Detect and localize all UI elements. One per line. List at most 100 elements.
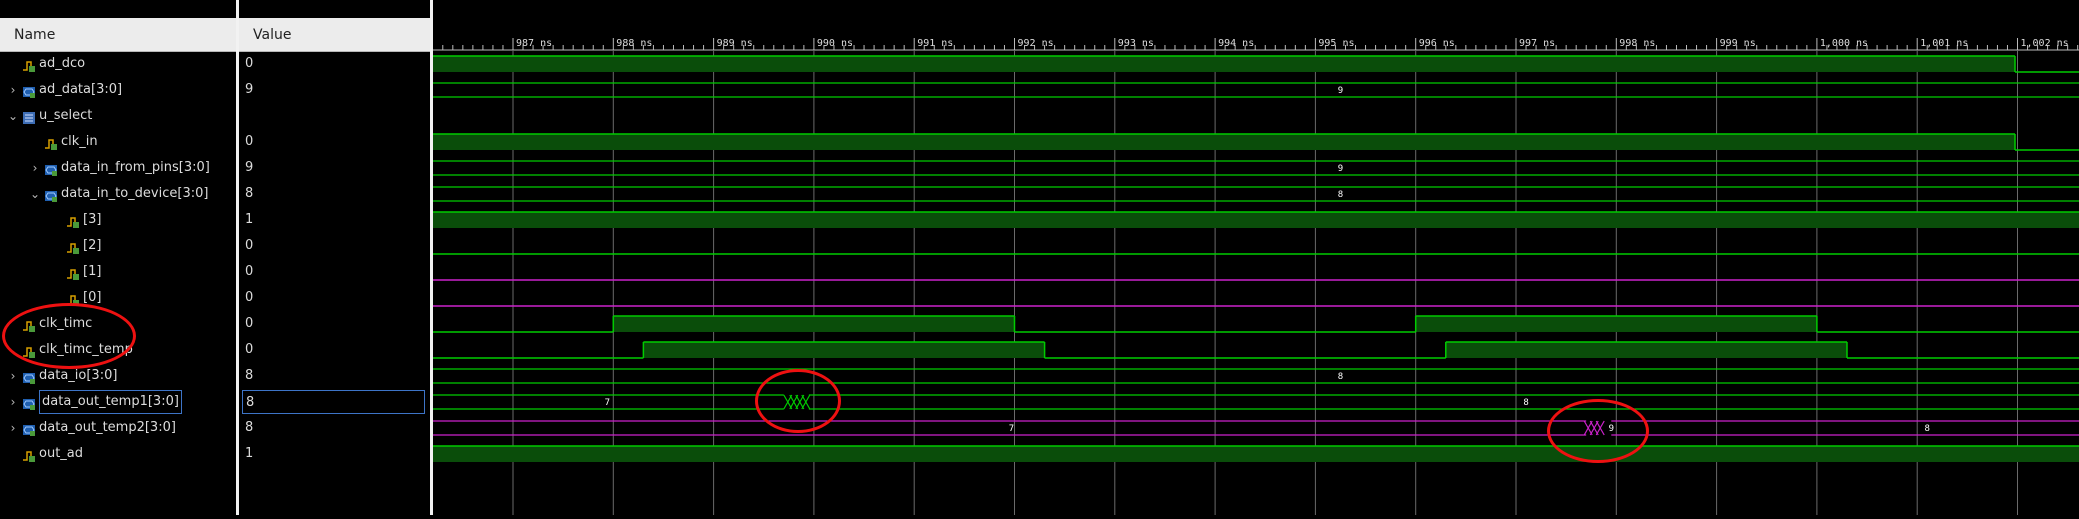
signal-name: u_select <box>39 108 93 123</box>
signal-value: 1 <box>245 212 254 227</box>
signal-value: 0 <box>245 134 254 149</box>
waveform-canvas[interactable]: 987 ns 988 ns 989 ns 990 ns 991 ns 992 ns 993 … <box>433 0 2079 515</box>
signal-name: ad_dco <box>39 56 86 71</box>
signal-name: out_ad <box>39 446 84 461</box>
time-tick-label: 998 ns <box>1619 38 1655 49</box>
signal-name: data_in_to_device[3:0] <box>61 186 209 201</box>
signal-row[interactable]: › ad_data[3:0] <box>0 77 236 103</box>
data-out-temp2-value-label: 8 <box>1925 424 1930 434</box>
signal-value: 0 <box>245 238 254 253</box>
signal-bit-icon <box>66 265 80 280</box>
signal-name: data_in_from_pins[3:0] <box>61 160 210 175</box>
name-column-header[interactable]: Name <box>0 18 236 52</box>
signal-row[interactable]: › data_out_temp2[3:0] <box>0 415 236 441</box>
expand-chevron-icon[interactable]: › <box>8 422 18 434</box>
time-tick-label: 990 ns <box>817 38 853 49</box>
clk-in-high-fill <box>433 134 2015 150</box>
signal-name: [1] <box>83 264 102 279</box>
signal-value: 8 <box>242 390 425 414</box>
signal-value: 1 <box>245 446 254 461</box>
collapse-chevron-icon[interactable]: ⌄ <box>8 110 18 122</box>
signal-bus-icon <box>22 395 36 410</box>
signal-name: [3] <box>83 212 102 227</box>
time-tick-label: 987 ns <box>516 38 552 49</box>
signal-value: 9 <box>245 82 254 97</box>
annotation-circle-clk-timc <box>2 303 136 369</box>
signal-bus-icon <box>22 369 36 384</box>
signal-value: 0 <box>245 56 254 71</box>
time-tick-label: 988 ns <box>616 38 652 49</box>
name-pane: Name ad_dco › ad_data[3:0] ⌄ u_select clk_in ›… <box>0 0 237 515</box>
ad-dco-high-fill <box>433 56 2015 72</box>
signal-bus-icon <box>44 187 58 202</box>
bit3-high-fill <box>433 212 2079 228</box>
time-tick-label: 996 ns <box>1419 38 1455 49</box>
signal-row[interactable]: ad_dco <box>0 51 236 77</box>
expand-chevron-icon[interactable]: › <box>8 84 18 96</box>
signal-name: [2] <box>83 238 102 253</box>
signal-row[interactable]: [1] <box>0 259 236 285</box>
signal-row[interactable]: out_ad <box>0 441 236 467</box>
signal-value: 8 <box>245 368 254 383</box>
time-tick-label: 989 ns <box>717 38 753 49</box>
signal-row[interactable]: ⌄ u_select <box>0 103 236 129</box>
annotation-circle-temp1-transition <box>755 369 841 433</box>
signal-row[interactable]: › data_out_temp1[3:0] <box>0 389 236 415</box>
signal-bit-icon <box>44 135 58 150</box>
waveform-area[interactable]: 987 ns 988 ns 989 ns 990 ns 991 ns 992 ns 993 … <box>433 0 2079 515</box>
signal-value: 0 <box>245 290 254 305</box>
signal-bit-icon <box>22 447 36 462</box>
data-io-value-label: 8 <box>1338 372 1343 382</box>
time-tick-label: 1,000 ns <box>1820 38 1868 49</box>
signal-name: clk_in <box>61 134 98 149</box>
signal-name: data_out_temp1[3:0] <box>39 390 182 414</box>
signal-row[interactable]: › data_in_from_pins[3:0] <box>0 155 236 181</box>
expand-chevron-icon[interactable]: › <box>30 162 40 174</box>
time-tick-label: 997 ns <box>1519 38 1555 49</box>
signal-name: data_out_temp2[3:0] <box>39 420 176 435</box>
signal-row[interactable]: [3] <box>0 207 236 233</box>
signal-value: 9 <box>245 160 254 175</box>
signal-value: 0 <box>245 316 254 331</box>
data-out-temp1-value-label: 8 <box>1523 398 1528 408</box>
scope-icon <box>22 109 36 124</box>
out-ad-high-fill <box>433 446 2079 462</box>
time-tick-label: 992 ns <box>1018 38 1054 49</box>
signal-bit-icon <box>66 239 80 254</box>
signal-row[interactable]: [2] <box>0 233 236 259</box>
time-tick-label: 994 ns <box>1218 38 1254 49</box>
signal-value: 8 <box>245 186 254 201</box>
signal-value: 0 <box>245 342 254 357</box>
signal-bus-icon <box>22 421 36 436</box>
signal-row[interactable]: › data_io[3:0] <box>0 363 236 389</box>
time-tick-label: 993 ns <box>1118 38 1154 49</box>
data-out-temp2-value-label: 7 <box>1009 424 1014 434</box>
time-tick-label: 991 ns <box>917 38 953 49</box>
data-in-from-pins-value-label: 9 <box>1338 164 1343 174</box>
clk-timc-high-fill <box>613 316 1015 332</box>
signal-bit-icon <box>66 213 80 228</box>
time-tick-label: 995 ns <box>1318 38 1354 49</box>
ad-data-value-label: 9 <box>1338 86 1343 96</box>
signal-row[interactable]: ⌄ data_in_to_device[3:0] <box>0 181 236 207</box>
signal-row[interactable]: clk_in <box>0 129 236 155</box>
clk-timc-temp-high-fill <box>643 342 1045 358</box>
signal-bit-icon <box>22 57 36 72</box>
time-tick-label: 999 ns <box>1720 38 1756 49</box>
expand-chevron-icon[interactable]: › <box>8 370 18 382</box>
signal-value: 8 <box>245 420 254 435</box>
signal-bus-icon <box>44 161 58 176</box>
annotation-circle-temp2-transition <box>1547 399 1649 463</box>
value-pane: Value 0 9 0 9 8 1 0 0 0 0 0 8 8 8 1 <box>239 0 430 515</box>
clk-timc-temp-high-fill <box>1445 342 1847 358</box>
data-in-to-device-value-label: 8 <box>1338 190 1343 200</box>
signal-value: 0 <box>245 264 254 279</box>
value-column-header[interactable]: Value <box>239 18 430 52</box>
signal-name: ad_data[3:0] <box>39 82 123 97</box>
data-out-temp1-value-label: 7 <box>605 398 610 408</box>
collapse-chevron-icon[interactable]: ⌄ <box>30 188 40 200</box>
time-tick-label: 1,001 ns <box>1920 38 1968 49</box>
clk-timc-high-fill <box>1415 316 1817 332</box>
time-tick-label: 1,002 ns <box>2021 38 2069 49</box>
expand-chevron-icon[interactable]: › <box>8 396 18 408</box>
